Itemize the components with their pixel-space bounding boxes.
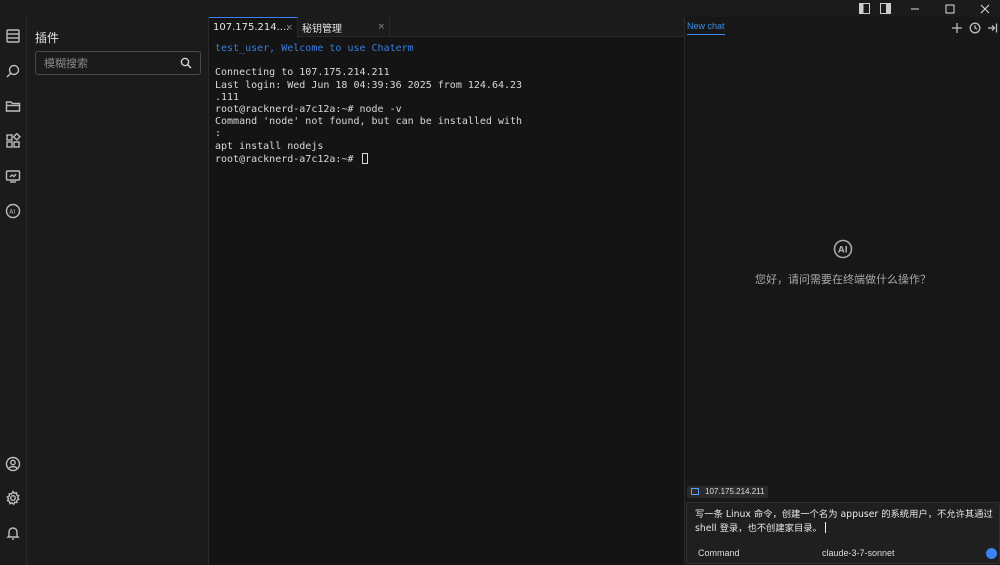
tab-key-management[interactable]: 秘钥管理 × [298,17,390,37]
model-select[interactable]: claude-3-7-sonnet [822,548,895,558]
remote-monitor-icon[interactable] [4,167,22,185]
tab-label: 107.175.214.... [213,22,290,33]
plugins-panel: 插件 [27,17,209,565]
plugin-search-box[interactable] [35,51,201,75]
folder-icon[interactable] [4,97,22,115]
send-button[interactable] [986,548,997,559]
plus-icon[interactable] [951,21,963,33]
monitor-icon [691,488,699,495]
terminal-line: Command 'node' not found, but can be ins… [215,116,523,128]
title-bar [0,0,1000,17]
host-context-chip[interactable]: 107.175.214.211 [687,486,769,498]
ai-chat-panel: New chat AI 您好，请问需要在终端做什么操作？ 107.175.214… [684,17,1000,565]
terminal[interactable]: test_user, Welcome to use Chaterm Connec… [209,37,684,565]
tab-bar: 107.175.214.... × 秘钥管理 × [209,17,684,37]
terminal-line: root@racknerd-a7c12a:~# node -v [215,103,402,115]
plugin-search-input[interactable] [44,55,174,71]
terminal-prompt-line: root@racknerd-a7c12a:~# [215,152,678,165]
chat-compose-box[interactable]: 写一条 Linux 命令，创建一个名为 appuser 的系统用户，不允许其通过… [686,502,1000,564]
svg-text:AI: AI [9,209,15,216]
terminal-line: test_user, Welcome to use Chaterm [215,43,414,54]
close-window-icon[interactable] [970,0,1000,17]
tab-label: 秘钥管理 [302,23,342,35]
minimize-icon[interactable] [900,0,930,17]
files-icon[interactable] [4,27,22,45]
terminal-line: apt install nodejs [215,140,324,152]
collapse-panel-icon[interactable] [986,21,998,33]
extensions-icon[interactable] [4,132,22,150]
mode-select[interactable]: Command [698,548,740,558]
tab-close-icon[interactable]: × [285,23,293,33]
search-icon[interactable] [180,57,192,69]
toggle-right-panel-icon[interactable] [870,0,900,17]
terminal-line: : [215,128,222,140]
text-caret [824,522,826,533]
activity-bar: AI [0,17,27,565]
terminal-line: Connecting to 107.175.214.211 [215,67,390,79]
svg-text:AI: AI [838,246,848,256]
chaterm-window: AI 插件 107.175.214.... × 秘钥管理 × test_us [0,0,1000,565]
terminal-line: .111 [215,91,240,103]
settings-icon[interactable] [4,489,22,507]
ai-logo-icon: AI [833,239,853,259]
chat-input-text: 写一条 Linux 命令，创建一个名为 appuser 的系统用户，不允许其通过… [695,509,993,534]
terminal-cursor [361,152,368,164]
chat-input[interactable]: 写一条 Linux 命令，创建一个名为 appuser 的系统用户，不允许其通过… [695,508,995,536]
ai-greeting: 您好，请问需要在终端做什么操作？ [755,273,931,286]
terminal-line: Last login: Wed Jun 18 04:39:36 2025 fro… [215,79,523,91]
user-icon[interactable] [4,455,22,473]
ai-icon[interactable]: AI [4,202,22,220]
tab-close-icon[interactable]: × [377,22,385,32]
history-icon[interactable] [969,21,981,34]
search-icon[interactable] [4,62,22,80]
maximize-icon[interactable] [935,0,965,17]
tab-ssh-session[interactable]: 107.175.214.... × [209,17,298,37]
tab-new-chat[interactable]: New chat [687,21,725,35]
plugins-title: 插件 [35,31,60,45]
notification-icon[interactable] [4,524,22,542]
terminal-prompt: root@racknerd-a7c12a:~# [215,153,360,165]
host-chip-label: 107.175.214.211 [705,487,765,496]
